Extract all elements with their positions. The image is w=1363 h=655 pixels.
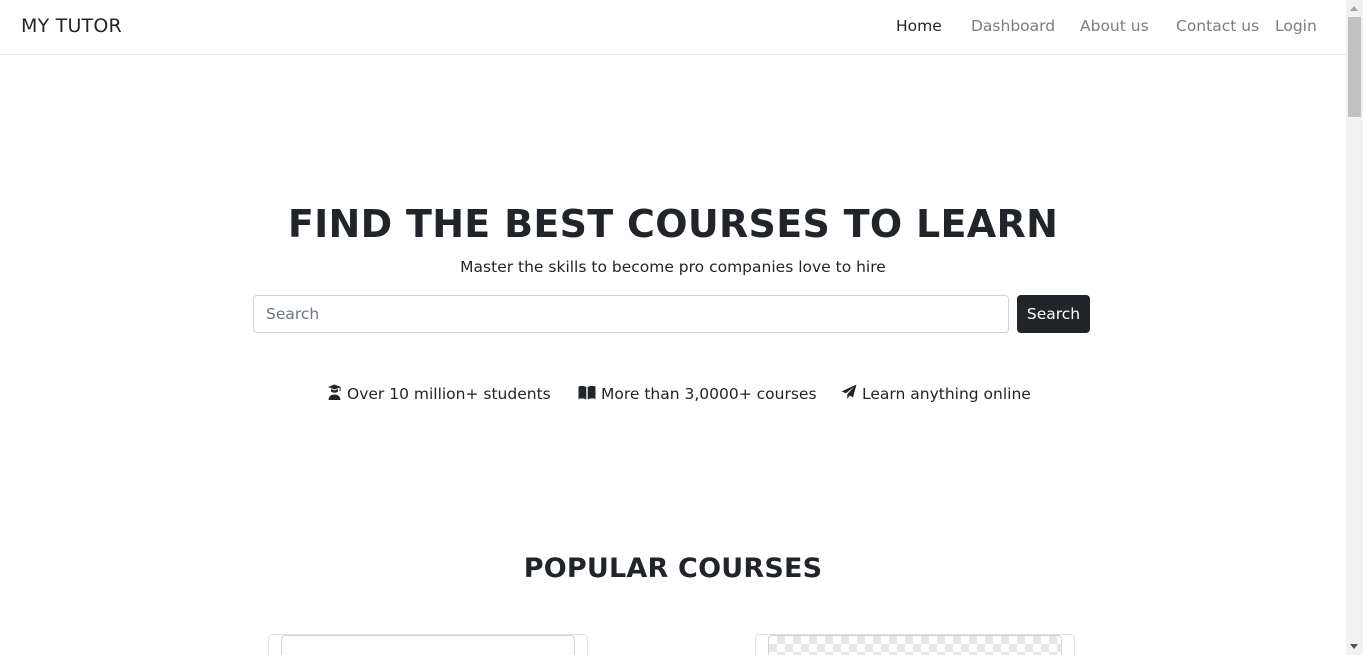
popular-courses-title: POPULAR COURSES <box>523 553 823 584</box>
vertical-scrollbar[interactable] <box>1346 0 1363 655</box>
page: MY TUTOR Home Dashboard About us Contact… <box>0 0 1363 655</box>
nav-contact-link[interactable]: Contact us <box>1176 17 1259 35</box>
graduate-icon <box>327 384 347 404</box>
feature-label: Over 10 million+ students <box>347 385 551 403</box>
hero-subtitle: Master the skills to become pro companie… <box>460 258 886 276</box>
course-image <box>768 635 1062 655</box>
feature-label: Learn anything online <box>862 385 1031 403</box>
feature-online: Learn anything online <box>841 383 1031 405</box>
feature-courses: More than 3,0000+ courses <box>578 383 817 405</box>
feature-label: More than 3,0000+ courses <box>601 385 817 403</box>
search-button[interactable]: Search <box>1017 295 1090 333</box>
nav-links: Home Dashboard About us Contact us Login <box>0 17 1346 41</box>
nav-about-link[interactable]: About us <box>1080 17 1149 35</box>
course-image <box>281 635 575 655</box>
search-input[interactable] <box>253 295 1009 333</box>
paper-plane-icon <box>841 384 862 404</box>
nav-home-link[interactable]: Home <box>896 17 942 35</box>
scroll-up-icon[interactable] <box>1350 6 1358 11</box>
course-card[interactable] <box>755 634 1075 655</box>
scroll-thumb[interactable] <box>1348 17 1361 117</box>
feature-students: Over 10 million+ students <box>327 383 551 405</box>
scroll-down-icon[interactable] <box>1350 644 1358 649</box>
book-open-icon <box>578 385 601 404</box>
nav-login-link[interactable]: Login <box>1275 17 1317 35</box>
nav-dashboard-link[interactable]: Dashboard <box>971 17 1055 35</box>
navbar: MY TUTOR Home Dashboard About us Contact… <box>0 0 1346 55</box>
course-card[interactable] <box>268 634 588 655</box>
hero-title: FIND THE BEST COURSES TO LEARN <box>287 202 1059 246</box>
